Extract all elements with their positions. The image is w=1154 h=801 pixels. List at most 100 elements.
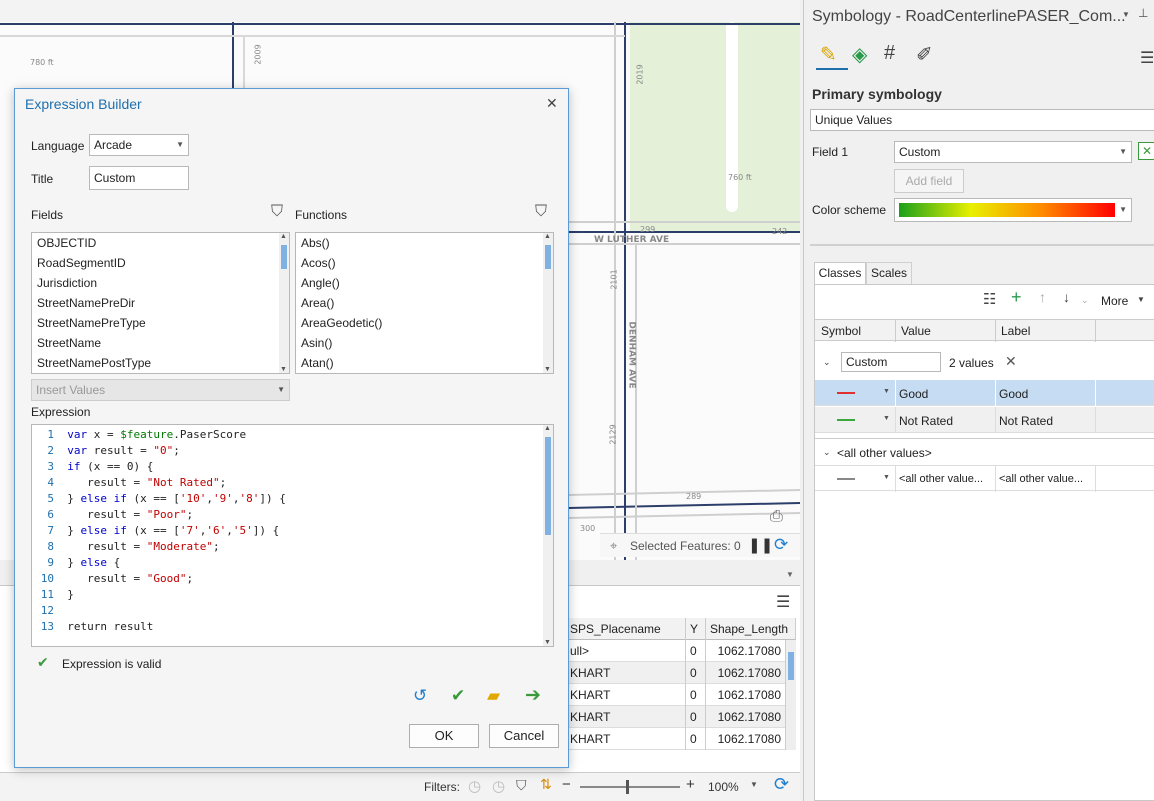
column-header[interactable]: Label: [1001, 324, 1030, 338]
chevron-down-icon[interactable]: ▼: [750, 780, 758, 789]
list-item[interactable]: OBJECTID: [32, 233, 289, 253]
list-item[interactable]: StreetNamePreDir: [32, 293, 289, 313]
line-symbol[interactable]: [837, 478, 855, 480]
column-header[interactable]: Symbol: [821, 324, 861, 338]
clock-icon[interactable]: ◷: [492, 777, 505, 795]
field1-select[interactable]: Custom ▼: [894, 141, 1132, 163]
add-icon[interactable]: +: [1011, 287, 1022, 308]
zoom-level[interactable]: 100%: [708, 780, 739, 794]
table-row[interactable]: KHART 0 1062.17080: [566, 728, 786, 750]
line-symbol[interactable]: [837, 419, 855, 421]
zoom-slider-thumb[interactable]: [626, 780, 629, 794]
expression-editor[interactable]: 1 var x = $feature.PaserScore 2 var resu…: [31, 424, 554, 647]
list-item[interactable]: Asin(): [296, 333, 553, 353]
list-item[interactable]: Area(): [296, 293, 553, 313]
more-button[interactable]: More: [1101, 294, 1128, 308]
table-scrollbar[interactable]: [786, 640, 796, 750]
expression-scrollbar[interactable]: ▲ ▼: [543, 425, 553, 646]
move-down-icon[interactable]: ↓: [1063, 289, 1070, 305]
column-header[interactable]: SPS_Placename: [566, 618, 686, 640]
tab-scales[interactable]: Scales: [866, 262, 912, 284]
column-header[interactable]: Y: [686, 618, 706, 640]
list-item[interactable]: StreetName: [32, 333, 289, 353]
column-header[interactable]: Shape_Length: [706, 618, 796, 640]
scrollbar-thumb[interactable]: [281, 245, 287, 269]
pause-icon[interactable]: ❚❚: [748, 536, 773, 554]
filter-icon[interactable]: ⛉: [535, 203, 547, 221]
chevron-down-icon[interactable]: ⌄: [1081, 295, 1089, 306]
chevron-down-icon[interactable]: ⌄: [823, 357, 831, 368]
class-label[interactable]: Good: [999, 387, 1028, 401]
close-icon[interactable]: ✕: [546, 95, 558, 112]
move-up-icon[interactable]: ↑: [1039, 289, 1046, 305]
group-heading-input[interactable]: Custom: [841, 352, 941, 372]
fields-list[interactable]: OBJECTID RoadSegmentID Jurisdiction Stre…: [31, 232, 290, 374]
color-scheme-select[interactable]: ▼: [894, 198, 1132, 222]
scroll-down-icon[interactable]: ▼: [544, 639, 551, 646]
insert-values-select[interactable]: Insert Values ▼: [31, 379, 290, 401]
scrollbar-thumb[interactable]: [545, 245, 551, 269]
advanced-symbology-icon[interactable]: ✐: [916, 42, 933, 67]
ok-button[interactable]: OK: [409, 724, 479, 748]
list-item[interactable]: RoadSegmentID: [32, 253, 289, 273]
scroll-up-icon[interactable]: ▲: [280, 233, 287, 240]
primary-symbology-select[interactable]: Unique Values: [810, 109, 1154, 131]
zoom-out-icon[interactable]: −: [562, 776, 571, 793]
language-select[interactable]: Arcade ▼: [89, 134, 189, 156]
title-input[interactable]: Custom: [89, 166, 189, 190]
zoom-slider[interactable]: [580, 780, 680, 794]
pin-icon[interactable]: ⊥: [1138, 6, 1148, 20]
class-value[interactable]: Not Rated: [899, 414, 953, 428]
list-item[interactable]: Jurisdiction: [32, 273, 289, 293]
add-field-button[interactable]: Add field: [894, 169, 964, 193]
close-icon[interactable]: ✕: [1005, 353, 1017, 370]
chevron-down-icon[interactable]: ▼: [786, 570, 794, 579]
open-folder-icon[interactable]: ▰: [487, 686, 500, 706]
clock-icon[interactable]: ◷: [468, 777, 481, 795]
class-label[interactable]: Not Rated: [999, 414, 1053, 428]
tab-classes[interactable]: Classes: [814, 262, 866, 284]
cancel-button[interactable]: Cancel: [489, 724, 559, 748]
divider[interactable]: [810, 244, 1154, 246]
class-label[interactable]: <all other value...: [999, 473, 1083, 485]
vary-symbology-icon[interactable]: ◈: [852, 42, 867, 67]
list-item[interactable]: StreetNamePostType: [32, 353, 289, 373]
expression-icon[interactable]: ✕: [1138, 142, 1154, 160]
sort-icon[interactable]: ⇅: [540, 776, 552, 793]
list-item[interactable]: Abs(): [296, 233, 553, 253]
list-item[interactable]: AreaGeodetic(): [296, 313, 553, 333]
fields-scrollbar[interactable]: ▲ ▼: [279, 233, 289, 373]
scroll-down-icon[interactable]: ▼: [280, 366, 287, 373]
class-row[interactable]: ▼ <all other value... <all other value..…: [815, 465, 1154, 492]
table-row[interactable]: ull> 0 1062.17080: [566, 640, 786, 662]
refresh-icon[interactable]: ⟳: [774, 774, 789, 795]
symbol-layers-icon[interactable]: #: [884, 42, 895, 65]
verify-icon[interactable]: ✔: [451, 686, 465, 706]
list-item[interactable]: StreetNamePreType: [32, 313, 289, 333]
table-menu-icon[interactable]: ☰: [776, 592, 790, 612]
scrollbar-thumb[interactable]: [788, 652, 794, 680]
table-row[interactable]: KHART 0 1062.17080: [566, 684, 786, 706]
chevron-down-icon[interactable]: ▼: [1137, 295, 1145, 304]
class-value[interactable]: Good: [899, 387, 928, 401]
class-row[interactable]: ▼ Good Good: [815, 380, 1154, 406]
chevron-down-icon[interactable]: ▼: [883, 474, 890, 481]
refresh-icon[interactable]: ⟳: [774, 535, 788, 555]
line-symbol[interactable]: [837, 392, 855, 394]
column-header[interactable]: Value: [901, 324, 931, 338]
scroll-down-icon[interactable]: ▼: [544, 366, 551, 373]
add-classes-icon[interactable]: ☷: [983, 290, 996, 308]
chevron-down-icon[interactable]: ⌄: [823, 447, 831, 458]
print-icon[interactable]: ⎙: [770, 508, 783, 526]
list-item[interactable]: Atan(): [296, 353, 553, 373]
export-arrow-icon[interactable]: ➔: [525, 684, 541, 707]
functions-scrollbar[interactable]: ▲ ▼: [543, 233, 553, 373]
menu-icon[interactable]: ☰: [1140, 48, 1154, 68]
table-row[interactable]: KHART 0 1062.17080: [566, 706, 786, 728]
list-item[interactable]: Angle(): [296, 273, 553, 293]
chevron-down-icon[interactable]: ▼: [1122, 10, 1130, 19]
chevron-down-icon[interactable]: ▼: [883, 415, 890, 422]
class-value[interactable]: <all other value...: [899, 473, 983, 485]
functions-list[interactable]: Abs() Acos() Angle() Area() AreaGeodetic…: [295, 232, 554, 374]
scroll-up-icon[interactable]: ▲: [544, 233, 551, 240]
